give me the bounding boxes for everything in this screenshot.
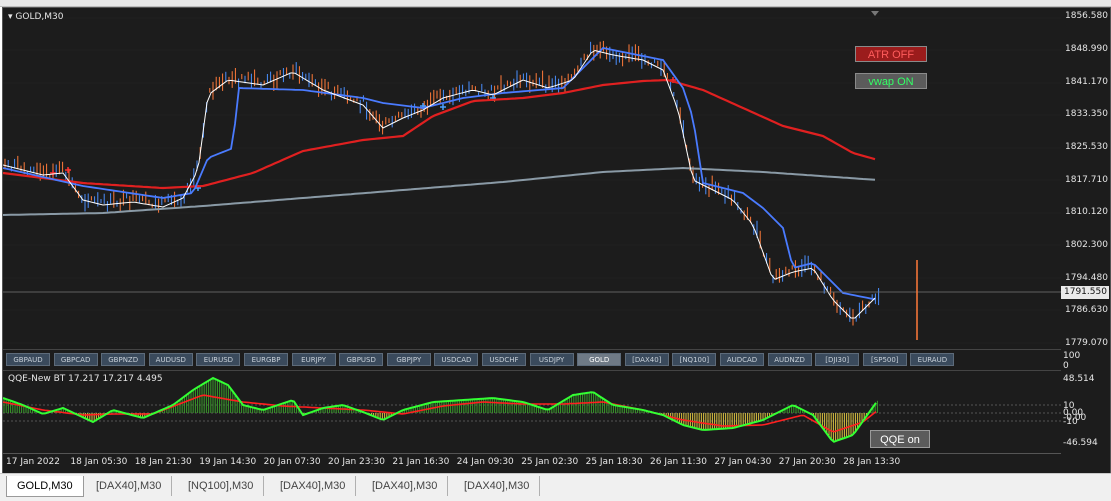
- gray-moving-average: [3, 166, 876, 216]
- symbol-button-eurgbp[interactable]: EURGBP: [244, 353, 288, 366]
- symbol-button-gbpaud[interactable]: GBPAUD: [6, 353, 50, 366]
- vwap-toggle-button[interactable]: vwap ON: [855, 73, 927, 89]
- symbol-button-audnzd[interactable]: AUDNZD: [767, 353, 812, 366]
- chart-symbol: GOLD,M30: [15, 12, 64, 22]
- price-label: 1779.070: [1065, 338, 1108, 348]
- price-label: 1794.480: [1065, 273, 1108, 283]
- qqe-title: QQE-New BT 17.217 17.217 4.495: [8, 374, 163, 384]
- price-label: 1802.300: [1065, 240, 1108, 250]
- price-label: 1825.530: [1065, 142, 1108, 152]
- symbol-button-gold[interactable]: GOLD: [577, 353, 622, 366]
- current-price-label: 1791.550: [1061, 286, 1109, 299]
- price-label: 1817.710: [1065, 175, 1108, 185]
- time-label: 28 Jan 13:30: [843, 457, 901, 467]
- price-scale[interactable]: 1856.580 1848.990 1841.170 1833.350 1825…: [1061, 8, 1109, 348]
- chart-tab[interactable]: [NQ100],M30: [178, 476, 265, 496]
- price-label: 1848.990: [1065, 44, 1108, 54]
- qqe-toggle-button[interactable]: QQE on: [870, 430, 930, 448]
- qqe-scale: 100 0 48.514 10 0.00 -0.00 -10 -46.594: [1061, 350, 1109, 453]
- price-label: 1810.120: [1065, 207, 1108, 217]
- time-label: 27 Jan 20:30: [778, 457, 836, 467]
- qqe-scale-label: -46.594: [1063, 438, 1098, 448]
- chart-tab[interactable]: [DAX40],M30: [454, 476, 541, 496]
- qqe-scale-label: 48.514: [1063, 374, 1095, 384]
- symbol-button-gbpjpy[interactable]: GBPJPY: [386, 353, 431, 366]
- qqe-scale-label: -10: [1063, 417, 1078, 427]
- price-gridlines: [3, 17, 1061, 344]
- time-label: 25 Jan 18:30: [585, 457, 643, 467]
- time-label: 25 Jan 02:30: [521, 457, 579, 467]
- symbol-button-audcad[interactable]: AUDCAD: [720, 353, 764, 366]
- time-label: 27 Jan 04:30: [714, 457, 772, 467]
- chart-tab[interactable]: GOLD,M30: [6, 476, 84, 497]
- symbol-button-sp500[interactable]: [SP500]: [862, 353, 907, 366]
- symbol-button-gbpnzd[interactable]: GBPNZD: [101, 353, 146, 366]
- symbol-button-eurjpy[interactable]: EURJPY: [291, 353, 336, 366]
- time-axis: 17 Jan 2022 18 Jan 05:30 18 Jan 21:30 19 Ja…: [3, 453, 1061, 474]
- price-candles: [4, 40, 880, 326]
- atr-toggle-button[interactable]: ATR OFF: [855, 46, 927, 62]
- symbol-button-nq100[interactable]: [NQ100]: [672, 353, 717, 366]
- price-label: 1786.630: [1065, 305, 1108, 315]
- symbol-button-dji30[interactable]: [DJI30]: [815, 353, 860, 366]
- time-label: 21 Jan 16:30: [392, 457, 450, 467]
- symbol-button-gbpusd[interactable]: GBPUSD: [339, 353, 384, 366]
- time-label: 18 Jan 21:30: [134, 457, 192, 467]
- symbol-button-usdjpy[interactable]: USDJPY: [529, 353, 574, 366]
- chart-tab-bar: GOLD,M30 [DAX40],M30 [NQ100],M30 [DAX40],M3…: [0, 473, 1111, 501]
- chart-tab[interactable]: [DAX40],M30: [270, 476, 357, 496]
- price-label: 1856.580: [1065, 11, 1108, 21]
- qqe-histogram: [3, 378, 878, 442]
- time-label: 20 Jan 23:30: [328, 457, 385, 467]
- chart-title: ▾ GOLD,M30: [8, 12, 64, 22]
- symbol-switch-bar: GBPAUD GBPCAD GBPNZD AUDUSD EURUSD EURGBP EURJ…: [3, 349, 1061, 371]
- price-label: 1833.350: [1065, 109, 1108, 119]
- symbol-button-eurusd[interactable]: EURUSD: [196, 353, 241, 366]
- time-label: 18 Jan 05:30: [70, 457, 128, 467]
- symbol-button-usdchf[interactable]: USDCHF: [482, 353, 526, 366]
- price-label: 1841.170: [1065, 77, 1108, 87]
- symbol-button-audusd[interactable]: AUDUSD: [148, 353, 193, 366]
- top-toolbar-strip: [0, 0, 1111, 7]
- time-label: 26 Jan 11:30: [650, 457, 707, 467]
- blue-moving-average: [3, 47, 876, 301]
- scroll-marker-icon: [871, 11, 879, 16]
- symbol-button-gbpcad[interactable]: GBPCAD: [53, 353, 98, 366]
- time-label: 24 Jan 09:30: [456, 457, 514, 467]
- symbol-button-usdcad[interactable]: USDCAD: [434, 353, 479, 366]
- time-label: 19 Jan 14:30: [199, 457, 257, 467]
- symbol-button-dax40[interactable]: [DAX40]: [624, 353, 669, 366]
- time-label: 17 Jan 2022: [6, 457, 60, 467]
- time-label: 20 Jan 07:30: [263, 457, 321, 467]
- symbol-button-euraud[interactable]: EURAUD: [910, 353, 955, 366]
- qqe-scale-label: 100: [1063, 351, 1081, 361]
- chart-tab[interactable]: [DAX40],M30: [362, 476, 449, 496]
- qqe-scale-label: 0: [1063, 361, 1069, 371]
- chart-tab[interactable]: [DAX40],M30: [86, 476, 173, 496]
